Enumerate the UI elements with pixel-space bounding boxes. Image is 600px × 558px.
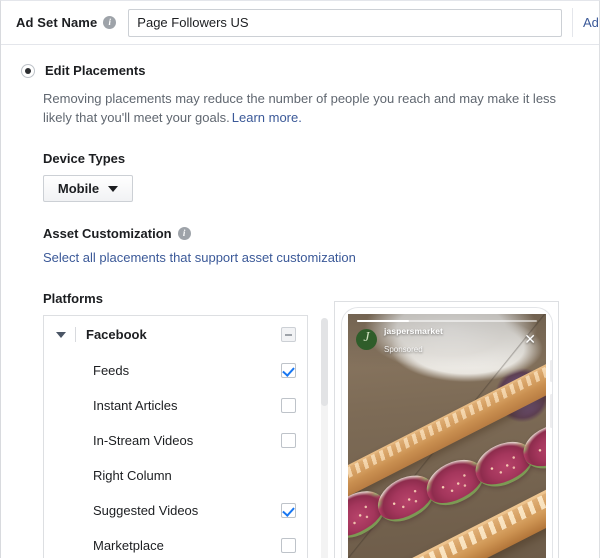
story-header: J jaspersmarket Sponsored ✕ (348, 324, 546, 354)
ad-placements-panel: Ad Set Name i Ad Edit Placements Removin… (0, 0, 600, 558)
platforms-list-wrap: Facebook Feeds Instant Articles In-Strea… (43, 315, 328, 558)
add-link[interactable]: Ad (573, 15, 599, 30)
group-divider (75, 327, 76, 342)
phone-power-button (550, 394, 552, 428)
avatar: J (356, 328, 377, 350)
chevron-down-icon[interactable] (56, 331, 66, 338)
placement-checkbox-marketplace[interactable] (281, 538, 296, 553)
story-meta: jaspersmarket Sponsored (384, 321, 443, 358)
avatar-logo-letter: J (363, 330, 370, 345)
placement-row-in-stream-videos[interactable]: In-Stream Videos (44, 423, 307, 458)
phone-volume-button (550, 360, 552, 382)
placement-label: In-Stream Videos (93, 433, 194, 448)
placement-row-feeds[interactable]: Feeds (44, 353, 307, 388)
ad-preview-panel: J jaspersmarket Sponsored ✕ (334, 301, 559, 558)
placement-label: Instant Articles (93, 398, 178, 413)
placement-row-right-column[interactable]: Right Column (44, 458, 307, 493)
device-types-selected-value: Mobile (57, 181, 100, 196)
placement-checkbox-feeds[interactable] (281, 363, 296, 378)
asset-customization-label: Asset Customization (43, 226, 172, 241)
platform-group-facebook[interactable]: Facebook (44, 316, 307, 353)
edit-placements-radio[interactable] (21, 63, 35, 78)
device-types-title: Device Types (43, 151, 599, 166)
placement-label: Suggested Videos (93, 503, 199, 518)
ad-set-name-bar: Ad Set Name i Ad (1, 1, 599, 45)
placement-label: Right Column (93, 468, 172, 483)
preview-panel-background (559, 301, 599, 558)
placement-row-suggested-videos[interactable]: Suggested Videos (44, 493, 307, 528)
phone-mockup: J jaspersmarket Sponsored ✕ (342, 308, 552, 558)
learn-more-link[interactable]: Learn more. (230, 110, 302, 125)
placement-checkbox-in-stream-videos[interactable] (281, 433, 296, 448)
asset-customization-title: Asset Customization i (43, 226, 599, 241)
sponsored-label: Sponsored (384, 345, 423, 354)
placement-label: Feeds (93, 363, 130, 378)
placement-row-instant-articles[interactable]: Instant Articles (44, 388, 307, 423)
platform-group-label: Facebook (86, 327, 147, 342)
ad-set-name-input[interactable] (128, 8, 562, 37)
placement-label: Marketplace (93, 538, 164, 553)
info-icon[interactable]: i (103, 16, 117, 29)
edit-placements-label: Edit Placements (45, 63, 146, 78)
platforms-scrollbar[interactable] (321, 318, 328, 558)
platform-group-checkbox[interactable] (281, 327, 296, 342)
advertiser-name: jaspersmarket (384, 325, 443, 336)
placements-description: Removing placements may reduce the numbe… (43, 89, 571, 127)
edit-placements-row[interactable]: Edit Placements (1, 63, 599, 78)
select-all-asset-placements-link[interactable]: Select all placements that support asset… (43, 250, 356, 265)
close-icon[interactable]: ✕ (524, 332, 538, 346)
placement-checkbox-instant-articles[interactable] (281, 398, 296, 413)
ad-set-name-label: Ad Set Name (16, 15, 98, 30)
placement-checkbox-suggested-videos[interactable] (281, 503, 296, 518)
phone-screen: J jaspersmarket Sponsored ✕ (348, 314, 546, 558)
platforms-scrollbar-thumb[interactable] (321, 318, 328, 406)
platforms-list: Facebook Feeds Instant Articles In-Strea… (43, 315, 308, 558)
info-icon[interactable]: i (177, 227, 191, 240)
device-types-label: Device Types (43, 151, 126, 166)
placement-row-marketplace[interactable]: Marketplace (44, 528, 307, 558)
chevron-down-icon (108, 185, 119, 192)
platforms-label: Platforms (43, 291, 103, 306)
device-types-dropdown[interactable]: Mobile (43, 175, 133, 202)
